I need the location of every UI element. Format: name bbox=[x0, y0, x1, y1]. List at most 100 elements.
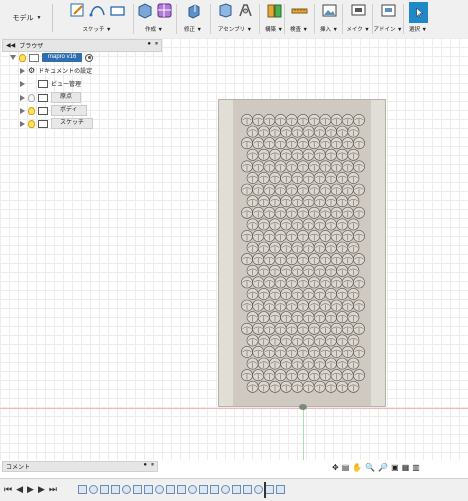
toolbar-group-label: 修正 ▼ bbox=[184, 27, 202, 33]
browser-item-bodies[interactable]: ボディ bbox=[20, 105, 87, 116]
right-rail bbox=[371, 100, 385, 406]
browser-item-sketches[interactable]: スケッチ bbox=[20, 118, 94, 129]
timeline-step[interactable] bbox=[265, 485, 274, 494]
zoom-window-icon[interactable]: 🔎 bbox=[378, 463, 388, 472]
timeline-step[interactable] bbox=[199, 485, 208, 494]
zoom-icon[interactable]: 🔍 bbox=[365, 463, 375, 472]
folder-icon bbox=[38, 119, 48, 128]
visibility-bulb-icon[interactable] bbox=[28, 93, 35, 102]
expand-arrow-icon[interactable] bbox=[20, 107, 25, 114]
browser-title: ブラウザ bbox=[19, 44, 44, 50]
expand-arrow-icon[interactable] bbox=[20, 80, 25, 87]
viewports-icon[interactable]: ▥ bbox=[412, 463, 420, 472]
browser-item-label: ドキュメントの設定 bbox=[38, 69, 93, 75]
timeline-step[interactable] bbox=[210, 485, 219, 494]
toolbar-group-insert[interactable]: 挿入 ▼ bbox=[315, 2, 343, 36]
arc-icon[interactable] bbox=[89, 2, 106, 19]
timeline-step[interactable] bbox=[89, 485, 98, 494]
browser-item-view-management[interactable]: ビュー管理 bbox=[20, 79, 81, 88]
grid-icon[interactable]: ▦ bbox=[402, 463, 410, 472]
timeline-step[interactable] bbox=[243, 485, 252, 494]
timeline-step[interactable] bbox=[144, 485, 153, 494]
box-icon[interactable] bbox=[136, 2, 153, 19]
display-settings-icon[interactable]: ▣ bbox=[391, 463, 399, 472]
collapse-icon[interactable]: ◀◀ bbox=[6, 42, 15, 49]
timeline-step[interactable] bbox=[133, 485, 142, 494]
timeline-step[interactable] bbox=[122, 485, 131, 494]
workspace-label: モデル bbox=[12, 15, 34, 22]
pin-icon[interactable]: ⏸ bbox=[155, 41, 158, 48]
toolbar-group-create[interactable]: 作成 ▼ bbox=[134, 2, 174, 36]
timeline-step[interactable] bbox=[100, 485, 109, 494]
visibility-bulb-icon[interactable] bbox=[28, 119, 35, 128]
measure-icon[interactable] bbox=[291, 2, 308, 19]
pin-icon[interactable]: ⏸ bbox=[151, 462, 154, 469]
rectangle-icon[interactable] bbox=[109, 2, 126, 19]
panel-options-icon[interactable]: ● bbox=[147, 41, 151, 48]
timeline-marker[interactable] bbox=[264, 482, 266, 498]
timeline-step[interactable] bbox=[188, 485, 197, 494]
timeline-step[interactable] bbox=[78, 485, 87, 494]
new-component-icon[interactable] bbox=[217, 2, 234, 19]
toolbar-group-sketch[interactable]: スケッチ ▼ bbox=[62, 2, 132, 36]
toolbar-group-inspect[interactable]: 検査 ▼ bbox=[285, 2, 313, 36]
toolbar-group-modify[interactable]: 修正 ▼ bbox=[178, 2, 208, 36]
gear-icon: ⚙ bbox=[28, 65, 36, 75]
play-icon[interactable]: ▶ bbox=[27, 484, 34, 495]
addins-icon[interactable] bbox=[380, 2, 397, 19]
sphere-mesh-icon[interactable] bbox=[156, 2, 173, 19]
left-rail bbox=[219, 100, 233, 406]
panel-options-icon[interactable]: ● bbox=[143, 462, 147, 469]
expand-arrow-icon[interactable] bbox=[20, 94, 25, 101]
browser-item-document-settings[interactable]: ⚙ ドキュメントの設定 bbox=[20, 66, 92, 75]
component-icon bbox=[29, 53, 39, 62]
browser-panel: ◀◀ ブラウザ ● ⏸ mapro v16 ⚙ ドキュメントの設定 ビュー管理 原… bbox=[2, 39, 162, 129]
toolbar-group-assembly[interactable]: アセンブリ ▼ bbox=[212, 2, 258, 36]
timeline-step[interactable] bbox=[254, 485, 263, 494]
toolbar-group-label: アセンブリ ▼ bbox=[217, 27, 253, 33]
timeline-step[interactable] bbox=[111, 485, 120, 494]
expand-arrow-icon[interactable] bbox=[20, 67, 25, 74]
browser-item-origin[interactable]: 原点 bbox=[20, 92, 82, 103]
browser-root-item[interactable]: mapro v16 bbox=[10, 53, 94, 62]
toolbar-group-make[interactable]: メイク ▼ bbox=[343, 2, 373, 36]
root-component-label: mapro v16 bbox=[42, 53, 83, 62]
visibility-bulb-icon[interactable] bbox=[19, 53, 26, 62]
toolbar-group-label: 検査 ▼ bbox=[290, 27, 308, 33]
look-at-icon[interactable]: ✋ bbox=[352, 463, 362, 472]
toolbar-group-addins[interactable]: アドイン ▼ bbox=[373, 2, 403, 36]
sketch-create-icon[interactable] bbox=[69, 2, 86, 19]
toolbar-group-label: メイク ▼ bbox=[346, 27, 370, 33]
make-3dprint-icon[interactable] bbox=[350, 2, 367, 19]
pan-icon[interactable]: ▤ bbox=[342, 463, 350, 472]
orbit-icon[interactable]: ✥ bbox=[332, 463, 339, 472]
timeline-step[interactable] bbox=[155, 485, 164, 494]
activate-radio-icon[interactable] bbox=[85, 53, 94, 62]
offset-plane-icon[interactable] bbox=[266, 2, 283, 19]
timeline-steps bbox=[78, 485, 285, 494]
go-to-end-icon[interactable]: ⏭ bbox=[49, 484, 57, 495]
model-panel-body[interactable] bbox=[218, 99, 386, 407]
insert-image-icon[interactable] bbox=[321, 2, 338, 19]
press-pull-icon[interactable] bbox=[185, 2, 202, 19]
comment-label: コメント bbox=[6, 465, 31, 471]
go-to-start-icon[interactable]: ⏮ bbox=[4, 484, 12, 495]
expand-arrow-icon[interactable] bbox=[20, 120, 25, 127]
timeline-step[interactable] bbox=[232, 485, 241, 494]
timeline-step[interactable] bbox=[166, 485, 175, 494]
step-forward-icon[interactable]: ▶ bbox=[38, 484, 45, 495]
toolbar-group-select[interactable]: 選択 ▼ bbox=[404, 2, 432, 36]
timeline-step[interactable] bbox=[221, 485, 230, 494]
joint-icon[interactable] bbox=[237, 2, 254, 19]
timeline-step[interactable] bbox=[177, 485, 186, 494]
workspace-dropdown[interactable]: モデル ▼ bbox=[2, 4, 53, 32]
step-back-icon[interactable]: ◀ bbox=[16, 484, 23, 495]
browser-item-label: ボディ bbox=[51, 105, 87, 116]
timeline-step[interactable] bbox=[276, 485, 285, 494]
comment-panel[interactable]: コメント ● ⏸ bbox=[2, 461, 158, 472]
toolbar-divider bbox=[210, 4, 211, 34]
visibility-bulb-icon[interactable] bbox=[28, 106, 35, 115]
select-cursor-icon[interactable] bbox=[408, 2, 428, 23]
timeline-controls: ⏮ ◀ ▶ ▶ ⏭ bbox=[4, 484, 57, 495]
expand-arrow-icon[interactable] bbox=[10, 55, 16, 60]
